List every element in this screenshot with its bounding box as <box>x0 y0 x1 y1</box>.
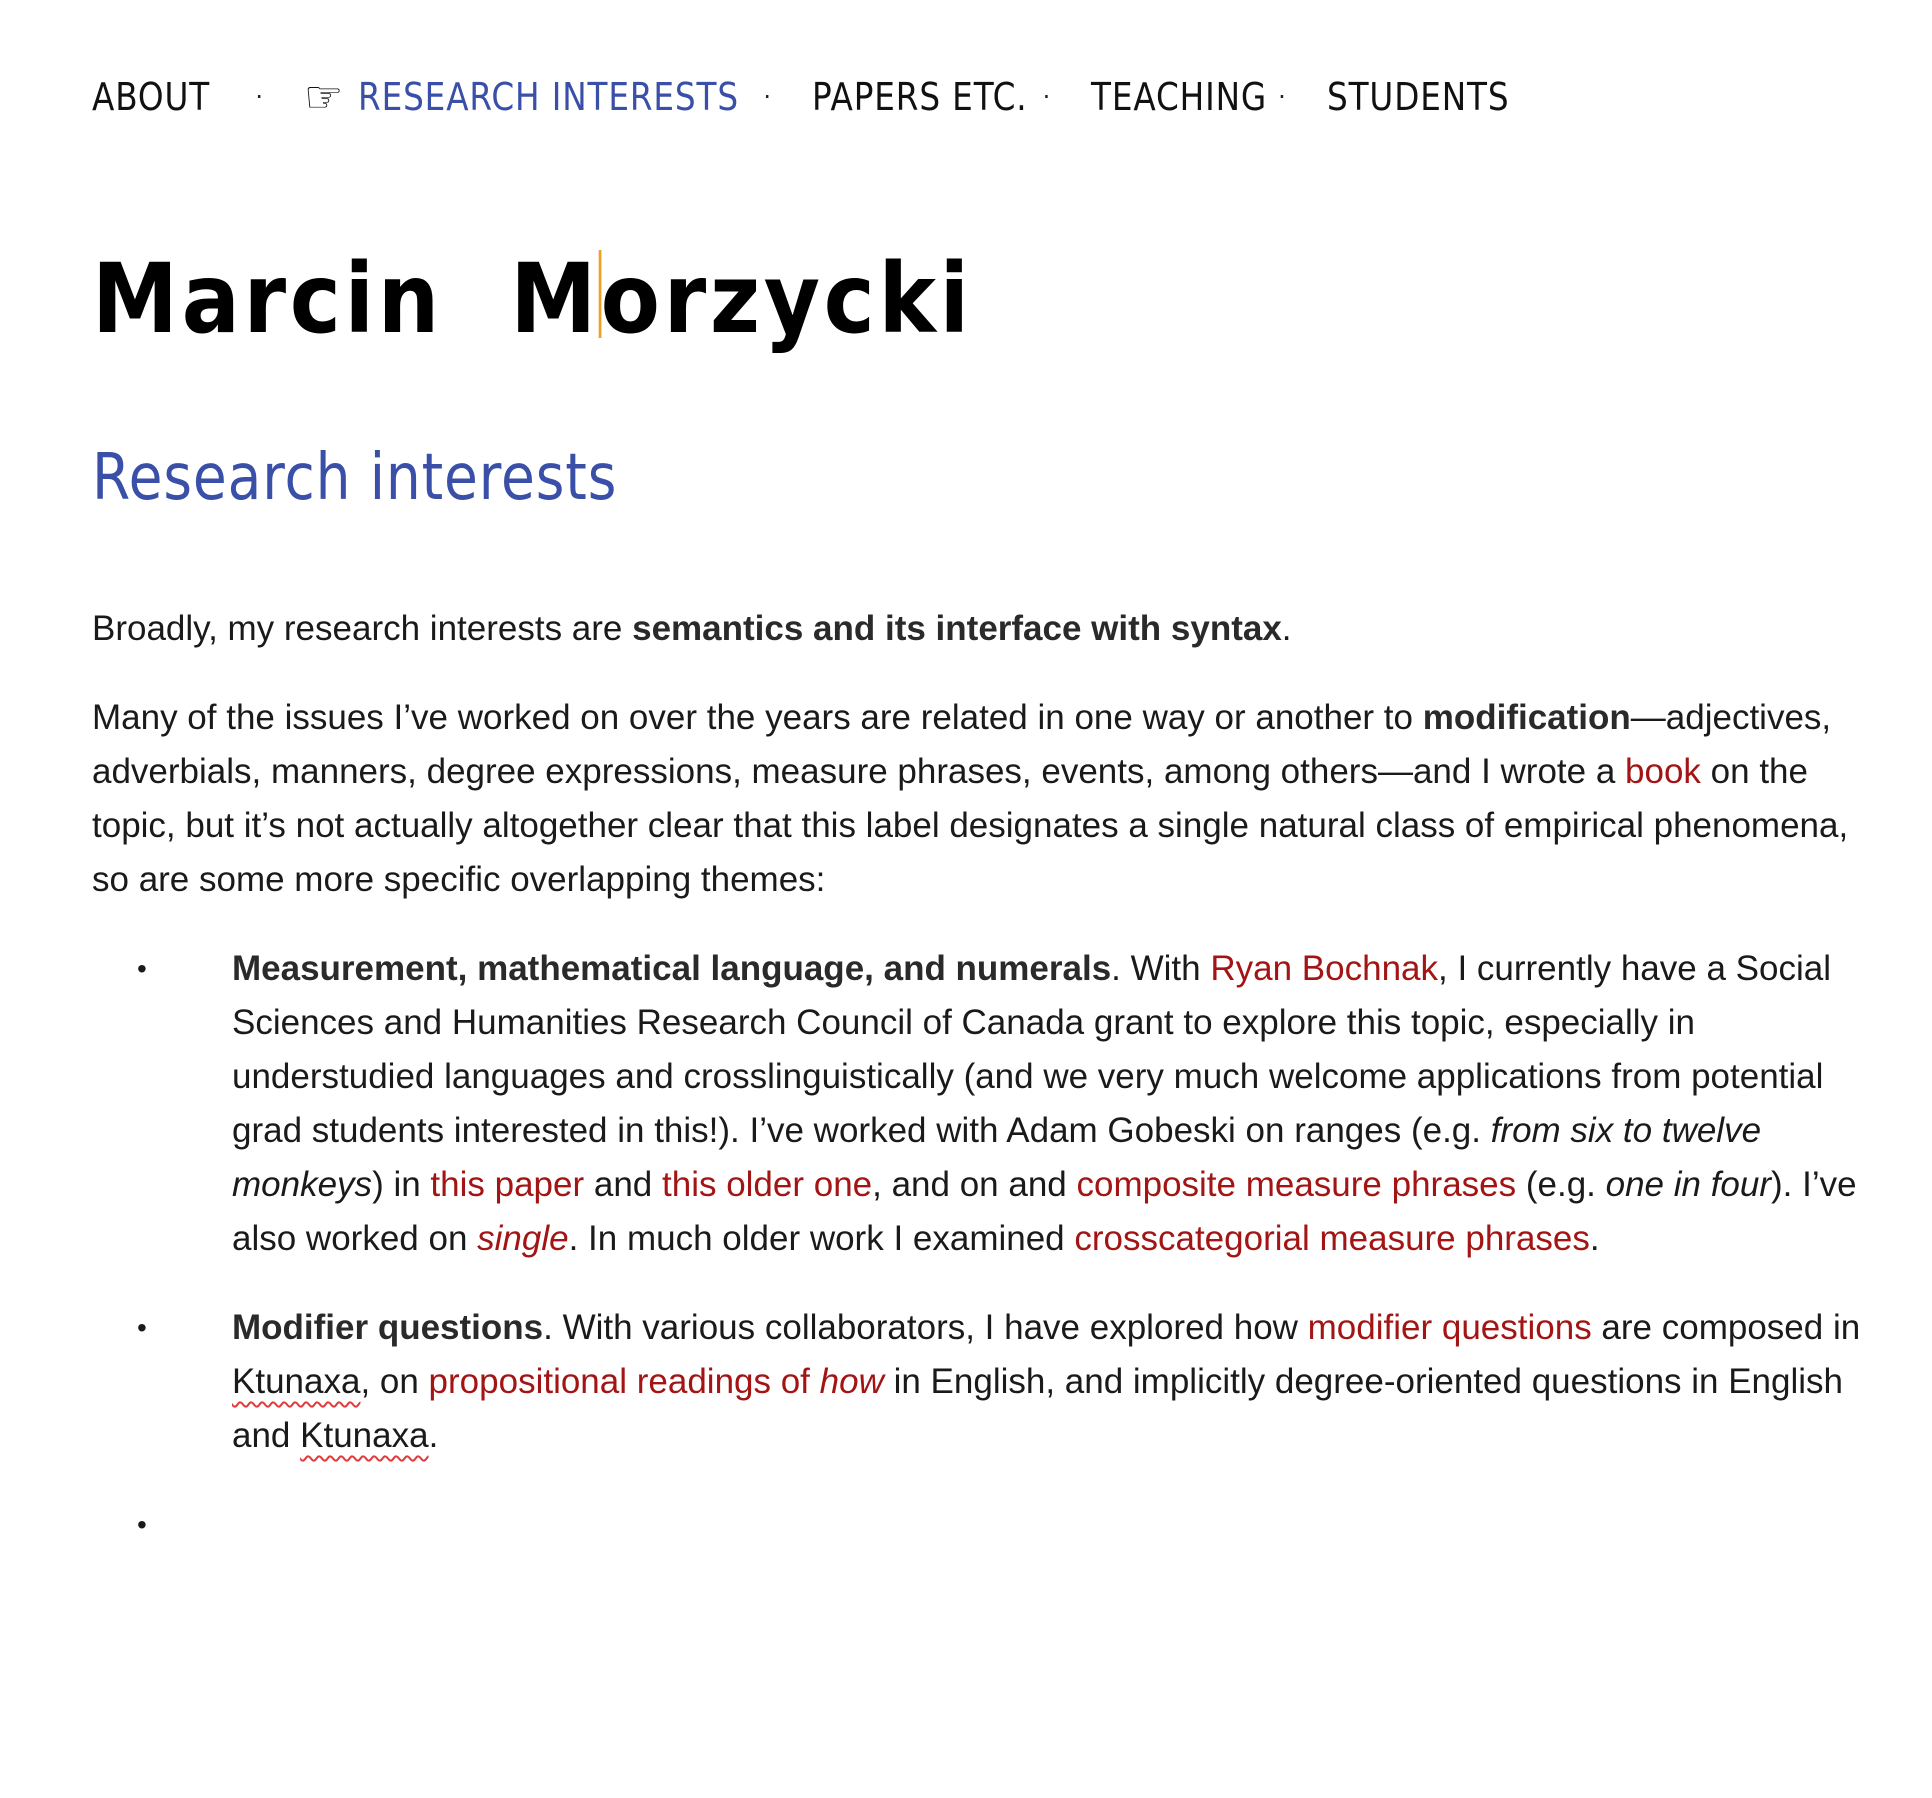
intro-text-end: . <box>1281 609 1292 648</box>
nav-about[interactable]: ABOUT <box>92 75 210 119</box>
item-text: . With <box>1111 949 1211 988</box>
nav-teaching[interactable]: TEACHING <box>1091 75 1267 119</box>
nav-separator: · <box>1278 83 1287 111</box>
item-text: ) in <box>372 1165 431 1204</box>
item-heading: Measurement, mathematical language, and … <box>232 949 1112 988</box>
item-italic-example: one in four <box>1605 1165 1772 1204</box>
link-modifier-questions[interactable]: modifier questions <box>1308 1308 1592 1347</box>
title-last-initial: M <box>510 243 600 355</box>
link-book[interactable]: book <box>1625 752 1701 791</box>
site-title: Marcin Morzycki <box>92 250 973 347</box>
link-this-older-one[interactable]: this older one <box>662 1165 872 1204</box>
item-text: and <box>584 1165 662 1204</box>
list-item-modifier-questions: • Modifier questions. With various collab… <box>92 1301 1892 1463</box>
nav-research-interests[interactable]: RESEARCH INTERESTS <box>358 75 739 119</box>
nav-separator: · <box>1042 83 1052 111</box>
themes-list: • Measurement, mathematical language, and… <box>92 942 1892 1552</box>
main-content: Broadly, my research interests are seman… <box>92 602 1892 1587</box>
nav-students[interactable]: STUDENTS <box>1327 75 1509 119</box>
top-nav: ABOUT · ☞ RESEARCH INTERESTS · PAPERS ET… <box>92 71 1539 123</box>
title-last-rest: orzycki <box>600 243 973 355</box>
intro-text: Broadly, my research interests are <box>92 609 633 648</box>
item-text: . With various collaborators, I have exp… <box>543 1308 1308 1347</box>
link-text-italic: how <box>819 1362 884 1401</box>
link-composite-measure-phrases[interactable]: composite measure phrases <box>1076 1165 1516 1204</box>
modification-paragraph: Many of the issues I’ve worked on over t… <box>92 691 1892 907</box>
title-first-name: Marcin <box>92 243 443 355</box>
bullet: • <box>137 1312 147 1343</box>
item-text: . <box>428 1416 439 1455</box>
section-heading: Research interests <box>92 441 618 515</box>
item-text: are composed in <box>1591 1308 1861 1347</box>
item-heading: Modifier questions <box>232 1308 544 1347</box>
item-text: , on <box>360 1362 429 1401</box>
item-text: . <box>1589 1219 1600 1258</box>
bullet: • <box>137 953 147 984</box>
item-text: (e.g. <box>1516 1165 1606 1204</box>
nav-separator: · <box>255 83 264 111</box>
link-this-paper[interactable]: this paper <box>430 1165 584 1204</box>
link-propositional-readings[interactable]: propositional readings of how <box>429 1362 884 1401</box>
pointing-hand-icon: ☞ <box>303 71 345 123</box>
item-text: . In much older work I examined <box>568 1219 1075 1258</box>
spellcheck-word: Ktunaxa <box>232 1362 361 1401</box>
link-single-text: single <box>477 1219 569 1258</box>
para-bold-modification: modification <box>1422 698 1631 737</box>
link-single[interactable]: single <box>477 1219 568 1258</box>
link-text: propositional readings of <box>428 1362 820 1401</box>
nav-papers[interactable]: PAPERS ETC. <box>812 75 1028 119</box>
link-crosscategorial-measure-phrases[interactable]: crosscategorial measure phrases <box>1074 1219 1590 1258</box>
nav-separator: · <box>763 83 773 111</box>
link-ryan-bochnak[interactable]: Ryan Bochnak <box>1210 949 1438 988</box>
spellcheck-word: Ktunaxa <box>300 1416 429 1455</box>
intro-paragraph: Broadly, my research interests are seman… <box>92 602 1892 656</box>
list-item-measurement: • Measurement, mathematical language, and… <box>92 942 1892 1266</box>
bullet: • <box>137 1509 147 1540</box>
list-item-empty: • <box>92 1498 1892 1552</box>
intro-bold: semantics and its interface with syntax <box>632 609 1282 648</box>
item-text: , and on and <box>872 1165 1077 1204</box>
para-text: Many of the issues I’ve worked on over t… <box>92 698 1423 737</box>
